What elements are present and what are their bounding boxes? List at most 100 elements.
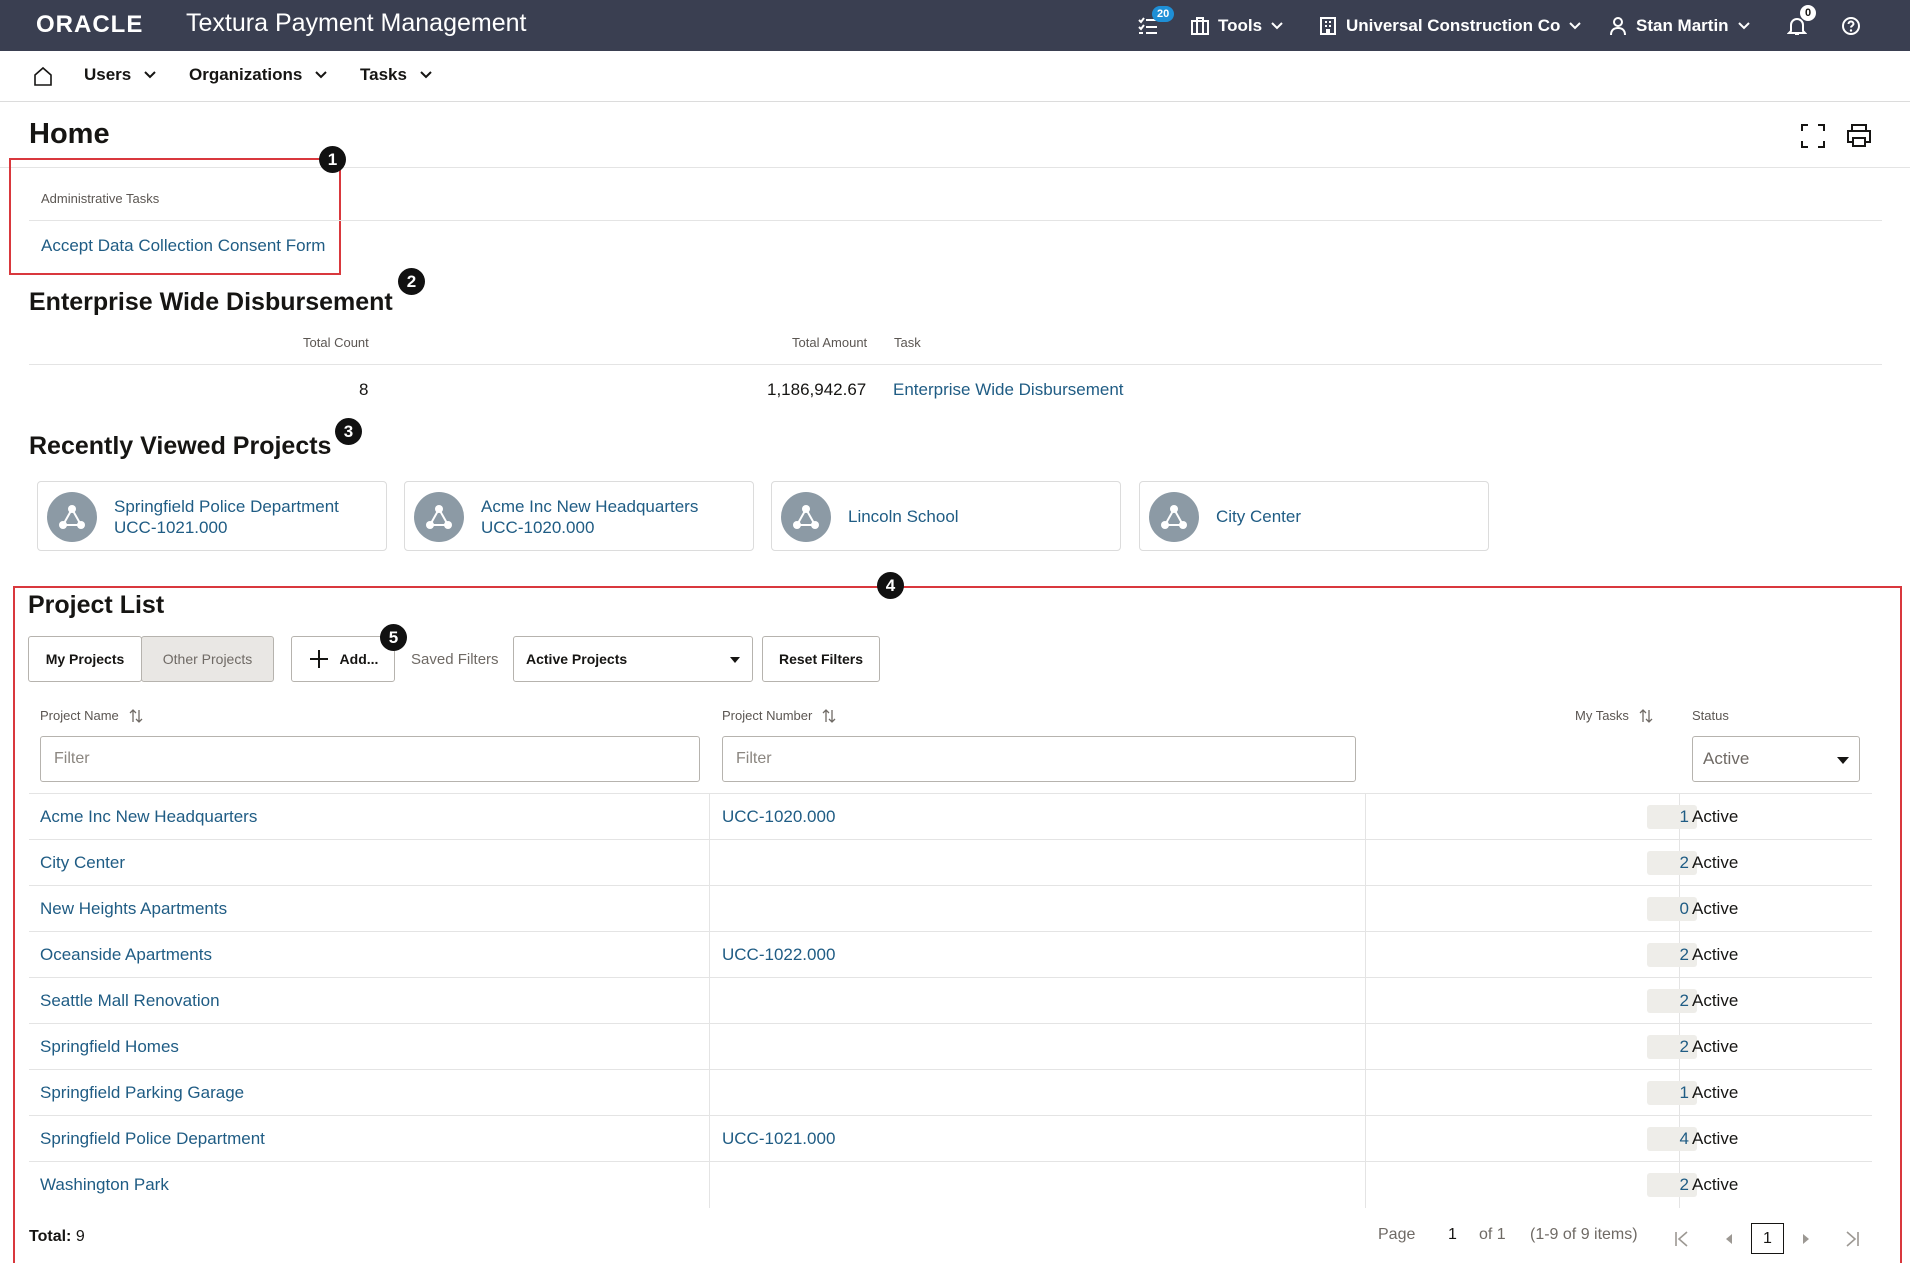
total-label: Total: — [29, 1228, 72, 1245]
my-tasks-count[interactable]: 1 — [1647, 1081, 1697, 1105]
recent-project-number: UCC-1021.000 — [114, 518, 228, 537]
status-filter-select[interactable]: Active — [1692, 736, 1860, 782]
task-list-button[interactable]: 20 — [1137, 6, 1175, 39]
total-amount-value: 1,186,942.67 — [767, 380, 867, 399]
user-name: Stan Martin — [1636, 16, 1729, 35]
tab-my-projects[interactable]: My Projects — [28, 636, 142, 682]
project-number-link[interactable]: UCC-1021.000 — [722, 1116, 835, 1162]
status-cell: Active — [1692, 899, 1739, 918]
page-number-button[interactable]: 1 — [1751, 1223, 1784, 1254]
recent-project-card[interactable]: Springfield Police Department UCC-1021.00… — [37, 481, 387, 551]
disbursement-task-link[interactable]: Enterprise Wide Disbursement — [893, 380, 1124, 400]
recent-project-card[interactable]: Acme Inc New Headquarters UCC-1020.000 — [404, 481, 754, 551]
help-button[interactable] — [1841, 13, 1861, 39]
my-tasks-count[interactable]: 4 — [1647, 1127, 1697, 1151]
project-name-link[interactable]: City Center — [40, 840, 125, 886]
recent-project-number: UCC-1020.000 — [481, 518, 595, 537]
status-cell: Active — [1692, 1175, 1739, 1194]
nav-users[interactable]: Users — [84, 65, 157, 85]
my-tasks-count[interactable]: 0 — [1647, 897, 1697, 921]
next-page-icon[interactable] — [1799, 1232, 1813, 1246]
table-row: Springfield Homes 2 Active — [29, 1023, 1872, 1069]
home-nav-button[interactable] — [32, 65, 54, 87]
tools-label: Tools — [1218, 16, 1263, 35]
building-icon — [1320, 17, 1336, 35]
recent-project-name: Acme Inc New Headquarters — [481, 497, 699, 516]
organization-menu[interactable]: Universal Construction Co — [1318, 13, 1582, 39]
status-cell: Active — [1692, 1129, 1739, 1148]
chevron-down-icon — [1271, 22, 1283, 30]
user-menu[interactable]: Stan Martin — [1608, 13, 1751, 39]
my-tasks-count[interactable]: 2 — [1647, 1173, 1697, 1197]
recent-projects-title: Recently Viewed Projects — [29, 432, 332, 460]
caret-down-icon — [1837, 757, 1849, 764]
my-tasks-cell: 2 — [1329, 1162, 1697, 1208]
reset-filters-button[interactable]: Reset Filters — [762, 636, 880, 682]
recent-project-name: Lincoln School — [848, 507, 959, 526]
status-cell: Active — [1692, 853, 1739, 872]
total-count-header: Total Count — [303, 335, 369, 350]
recent-project-card[interactable]: Lincoln School — [771, 481, 1121, 551]
product-name: Payment Management — [274, 9, 527, 37]
chevron-down-icon — [1569, 22, 1582, 30]
chevron-down-icon — [144, 71, 156, 79]
project-name-link[interactable]: Seattle Mall Renovation — [40, 978, 220, 1024]
home-icon — [34, 66, 52, 86]
column-header-project-name[interactable]: Project Name — [40, 708, 143, 723]
my-tasks-count[interactable]: 2 — [1647, 851, 1697, 875]
project-name-link[interactable]: New Heights Apartments — [40, 886, 227, 932]
printer-icon — [1847, 124, 1871, 147]
recent-project-card[interactable]: City Center — [1139, 481, 1489, 551]
project-avatar-icon — [1149, 492, 1199, 542]
my-tasks-count[interactable]: 2 — [1647, 1035, 1697, 1059]
project-number-link[interactable]: UCC-1020.000 — [722, 794, 835, 840]
saved-filters-select[interactable]: Active Projects — [513, 636, 753, 682]
my-tasks-count[interactable]: 1 — [1647, 805, 1697, 829]
project-name-link[interactable]: Washington Park — [40, 1162, 169, 1208]
recent-project-text: Springfield Police Department UCC-1021.00… — [114, 496, 339, 538]
nav-organizations-label: Organizations — [189, 65, 303, 84]
project-name-link[interactable]: Acme Inc New Headquarters — [40, 794, 257, 840]
project-name-link[interactable]: Springfield Police Department — [40, 1116, 265, 1162]
table-row: Seattle Mall Renovation 2 Active — [29, 977, 1872, 1023]
fullscreen-button[interactable] — [1799, 122, 1827, 150]
project-number-filter-input[interactable]: Filter — [722, 736, 1356, 782]
recent-project-name: Springfield Police Department — [114, 497, 339, 516]
my-tasks-count[interactable]: 2 — [1647, 943, 1697, 967]
tab-other-projects[interactable]: Other Projects — [141, 636, 274, 682]
column-header-project-name-label: Project Name — [40, 708, 119, 723]
project-name-link[interactable]: Springfield Parking Garage — [40, 1070, 244, 1116]
first-page-icon[interactable] — [1673, 1230, 1691, 1248]
tools-menu[interactable]: Tools — [1190, 13, 1284, 39]
oracle-logo: ORACLE — [36, 11, 144, 38]
nav-tasks[interactable]: Tasks — [360, 65, 433, 85]
page-input[interactable]: 1 — [1448, 1226, 1457, 1244]
notifications-button[interactable]: 0 — [1787, 4, 1818, 39]
highlight-box-admin-tasks — [9, 158, 341, 275]
last-page-icon[interactable] — [1843, 1230, 1861, 1248]
table-row: City Center 2 Active — [29, 839, 1872, 885]
add-button[interactable]: Add... — [291, 636, 395, 682]
print-button[interactable] — [1845, 122, 1873, 150]
nav-organizations[interactable]: Organizations — [189, 65, 328, 85]
callout-3: 3 — [335, 418, 362, 445]
my-tasks-cell: 0 — [1329, 886, 1697, 932]
page-of-label: of 1 — [1479, 1226, 1506, 1243]
project-number-link[interactable]: UCC-1022.000 — [722, 932, 835, 978]
nav-users-label: Users — [84, 65, 132, 84]
consent-form-link[interactable]: Accept Data Collection Consent Form — [41, 236, 325, 256]
column-header-project-number[interactable]: Project Number — [722, 708, 836, 723]
saved-filter-value: Active Projects — [526, 651, 628, 667]
status-cell: Active — [1692, 1037, 1739, 1056]
column-header-my-tasks[interactable]: My Tasks — [1575, 708, 1653, 723]
my-tasks-count[interactable]: 2 — [1647, 989, 1697, 1013]
organization-label: Universal Construction Co — [1346, 16, 1561, 35]
my-tasks-cell: 2 — [1329, 932, 1697, 978]
previous-page-icon[interactable] — [1722, 1232, 1736, 1246]
plus-icon — [309, 650, 328, 668]
project-name-link[interactable]: Oceanside Apartments — [40, 932, 212, 978]
project-table: Acme Inc New Headquarters UCC-1020.000 1… — [29, 793, 1872, 1207]
project-name-filter-input[interactable]: Filter — [40, 736, 700, 782]
project-name-link[interactable]: Springfield Homes — [40, 1024, 179, 1070]
my-tasks-cell: 2 — [1329, 840, 1697, 886]
